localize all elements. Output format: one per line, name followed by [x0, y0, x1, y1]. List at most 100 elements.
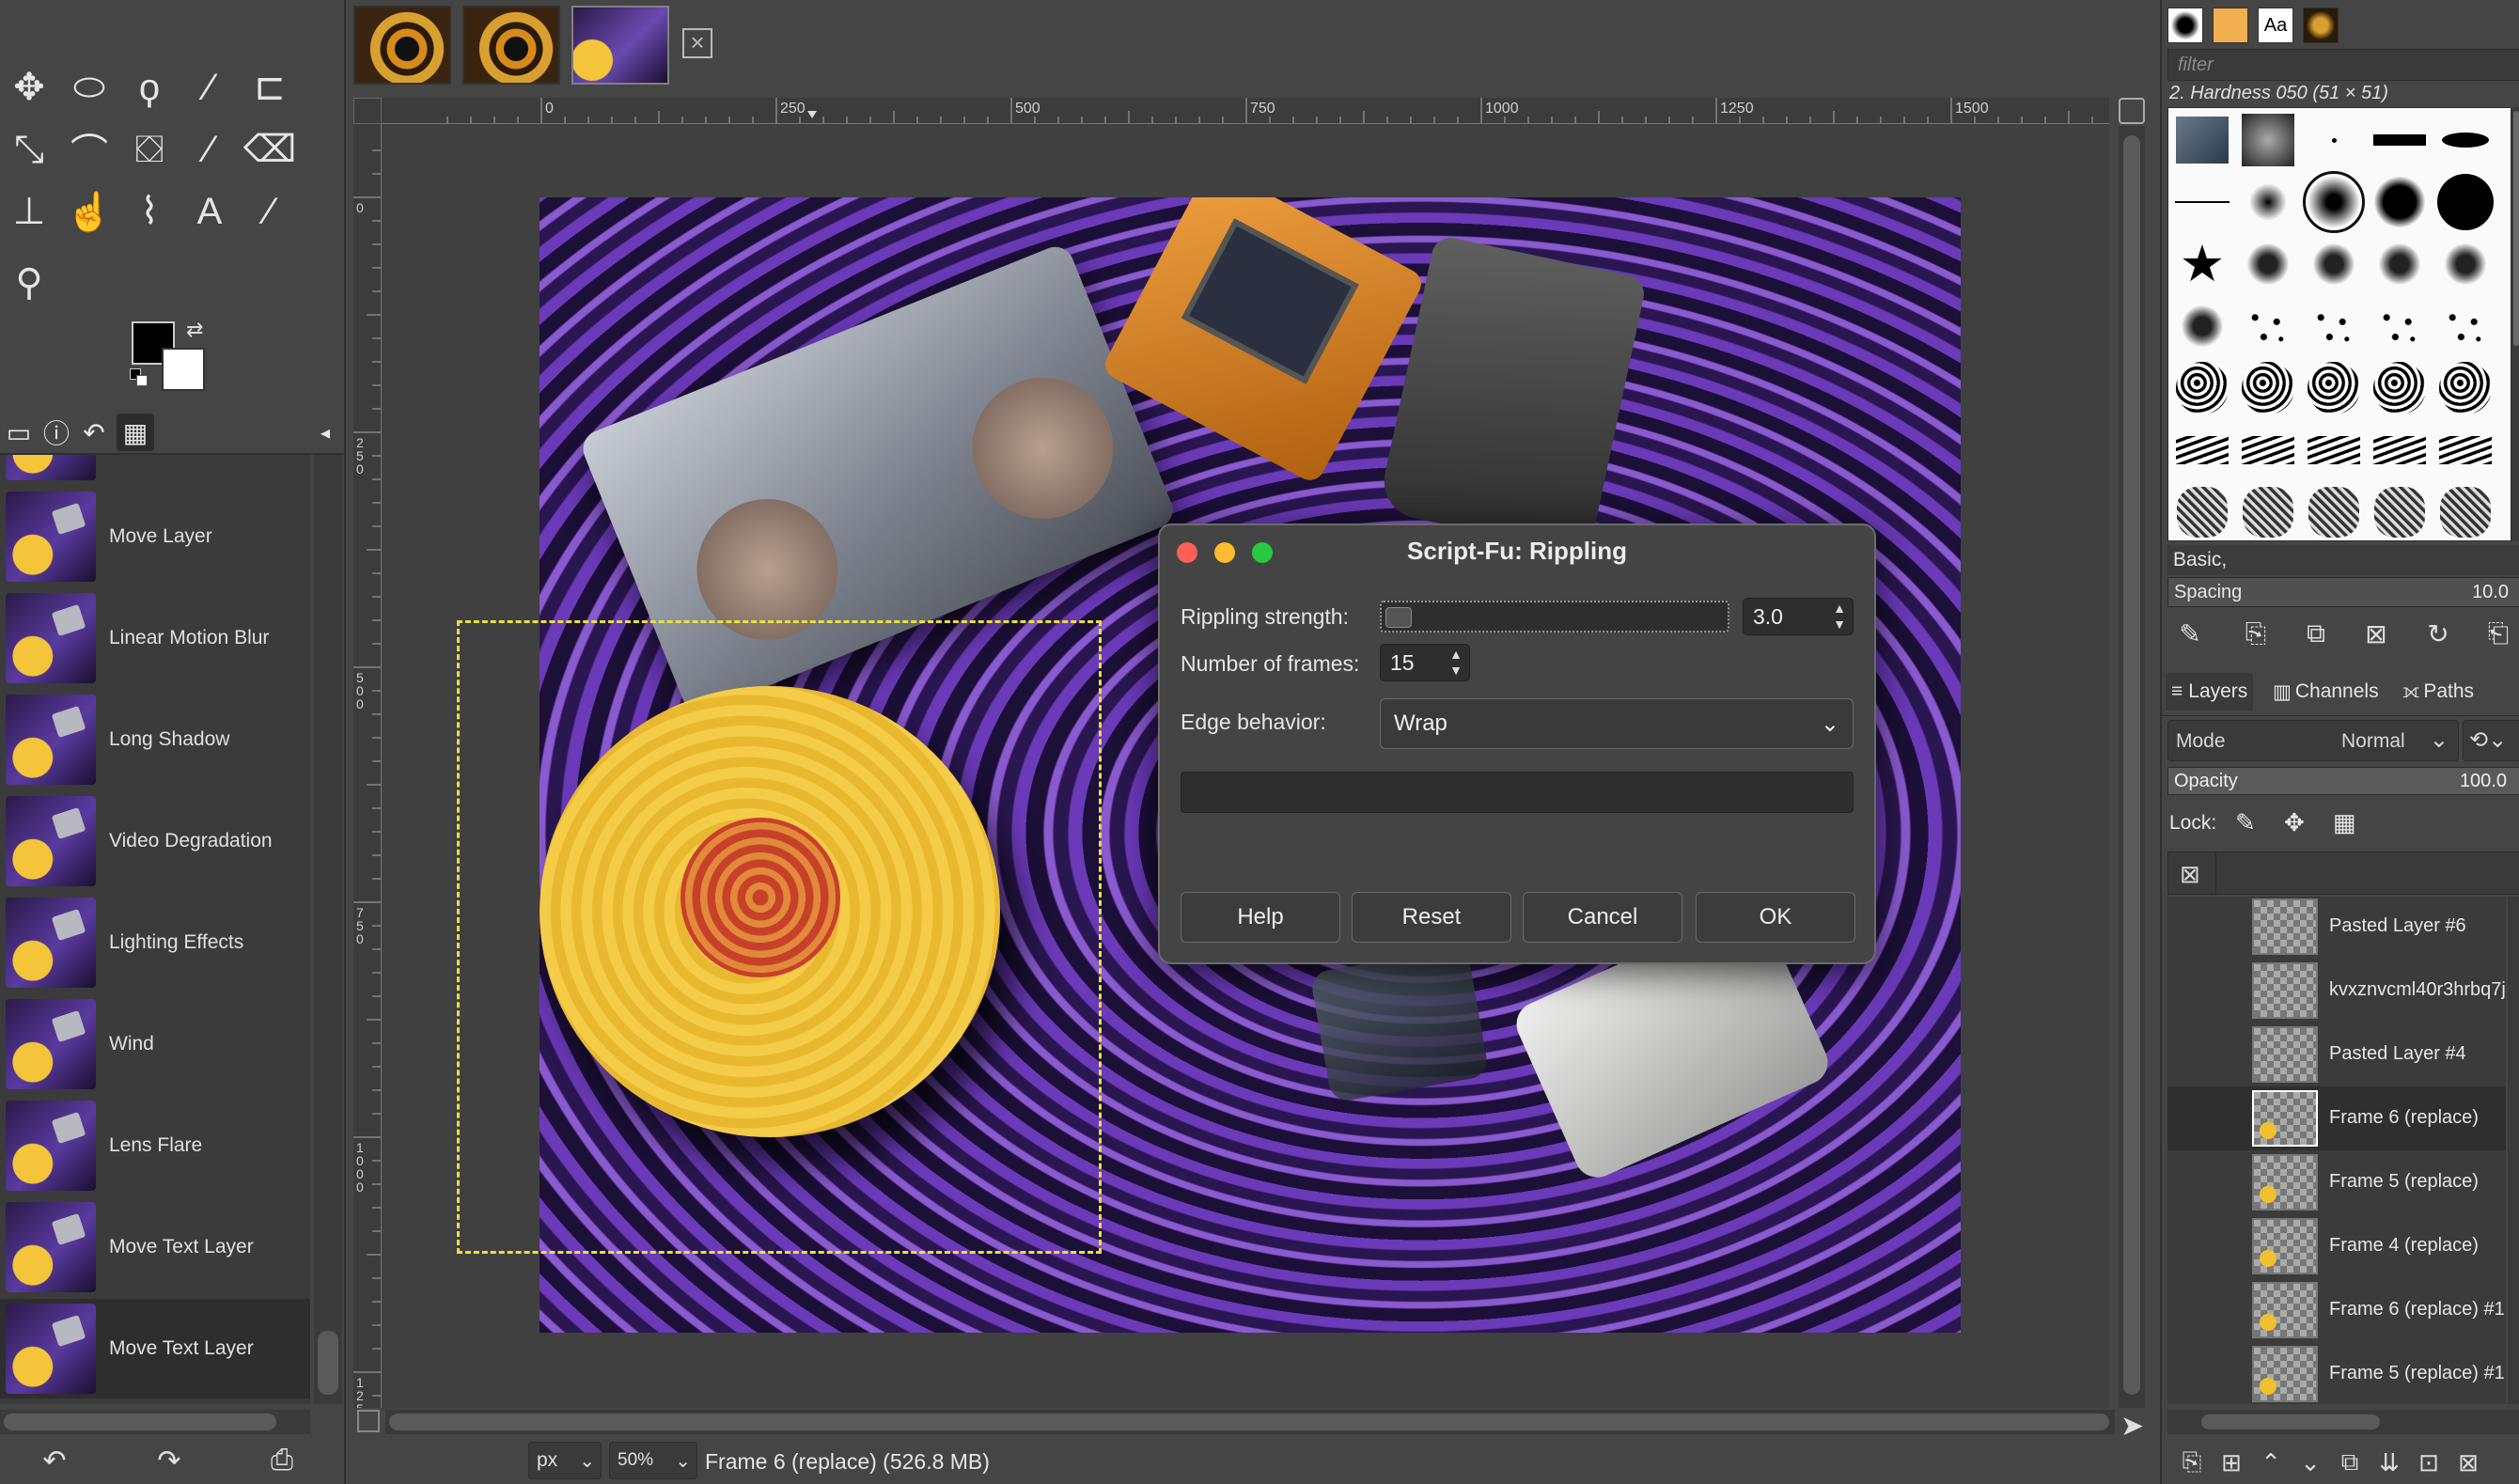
text-tool-icon[interactable]: A — [180, 182, 239, 241]
lock-alpha-icon[interactable]: ▦ — [2333, 808, 2356, 837]
brush-item[interactable] — [2304, 420, 2364, 480]
brush-item[interactable] — [2435, 172, 2496, 232]
brush-item[interactable] — [2172, 296, 2232, 356]
undo-history-tab-icon[interactable]: ↶ — [75, 414, 113, 451]
zoom-select[interactable]: 50% ⌄ — [609, 1442, 697, 1479]
brush-item[interactable] — [2304, 296, 2364, 356]
brush-item[interactable] — [2435, 420, 2496, 480]
raise-layer-icon[interactable]: ⌃ — [2254, 1445, 2288, 1479]
lower-layer-icon[interactable]: ⌄ — [2293, 1445, 2327, 1479]
default-colors-icon[interactable] — [130, 368, 150, 389]
clear-history-icon[interactable]: ⎙ — [261, 1442, 303, 1479]
rippling-strength-spinbox[interactable]: 3.0 ▲ ▼ — [1743, 598, 1854, 635]
delete-layer-icon[interactable]: ⊠ — [2451, 1445, 2485, 1479]
crop-tool-icon[interactable]: ⊏ — [241, 58, 299, 117]
new-layer-group-icon[interactable]: ⊞ — [2214, 1445, 2248, 1479]
horizontal-ruler[interactable]: 0 250 500 750 1000 1250 1500 — [382, 98, 2109, 124]
brush-item[interactable]: ★ — [2172, 234, 2232, 294]
undo-history-item[interactable]: Wind — [0, 994, 310, 1094]
brush-preset-select[interactable]: Basic, — [2167, 545, 2519, 575]
image-tab-2[interactable] — [462, 6, 560, 85]
quick-mask-toggle[interactable] — [357, 1410, 380, 1432]
navigate-icon[interactable]: ➤ — [2120, 1410, 2149, 1442]
undo-history-item[interactable]: Linear Motion Blur — [0, 588, 310, 688]
left-horizontal-scrollbar[interactable] — [0, 1410, 310, 1434]
undo-history-item[interactable]: Long Shadow — [0, 690, 310, 789]
brush-item[interactable] — [2303, 171, 2365, 233]
new-layer-icon[interactable]: ⎘ — [2175, 1445, 2209, 1479]
brush-item[interactable] — [2238, 234, 2298, 294]
dialog-titlebar[interactable]: Script-Fu: Rippling — [1160, 525, 1874, 578]
tab-paths[interactable]: ⟗ Paths — [2397, 673, 2480, 711]
undo-history-scrollbar[interactable] — [314, 455, 342, 1404]
brush-item[interactable] — [2238, 420, 2298, 480]
canvas-horizontal-scrollbar[interactable] — [385, 1410, 2115, 1434]
number-of-frames-spinbox[interactable]: 15 ▲ ▼ — [1380, 644, 1470, 681]
undo-history-item[interactable]: Lighting Effects — [0, 893, 310, 992]
brush-item[interactable] — [2172, 482, 2232, 540]
swap-colors-icon[interactable]: ⇄ — [186, 318, 203, 342]
undo-history-item[interactable] — [0, 455, 310, 485]
canvas-vertical-scrollbar[interactable] — [2119, 126, 2145, 1408]
brush-item[interactable] — [2172, 110, 2232, 170]
image-tab-3[interactable] — [571, 6, 669, 85]
dock-menu-icon[interactable]: ◂ — [306, 414, 344, 451]
device-status-tab-icon[interactable]: ⓘ — [38, 414, 75, 451]
reset-button[interactable]: Reset — [1352, 892, 1511, 943]
brush-item[interactable] — [2370, 172, 2430, 232]
close-tab-icon[interactable]: × — [682, 28, 712, 58]
delete-brush-icon[interactable]: ⊠ — [2357, 615, 2395, 652]
brush-item[interactable] — [2370, 358, 2430, 418]
brush-item[interactable] — [2304, 482, 2364, 540]
duplicate-brush-icon[interactable]: ⧉ — [2297, 615, 2335, 652]
ellipse-select-tool-icon[interactable]: ⬭ — [60, 58, 118, 117]
composite-mode-icon[interactable]: ⟲⌄ — [2463, 720, 2519, 761]
brush-item[interactable] — [2435, 234, 2496, 294]
brush-item[interactable] — [2370, 420, 2430, 480]
paintbrush-tool-icon[interactable]: ∕ — [180, 120, 239, 179]
selection-marquee[interactable] — [457, 620, 1102, 1254]
zoom-tool-icon[interactable]: ⚲ — [0, 254, 58, 312]
spin-arrows-icon[interactable]: ▲ ▼ — [1447, 647, 1465, 679]
zoom-to-fit-icon[interactable] — [2119, 98, 2145, 124]
redo-icon[interactable]: ↷ — [149, 1442, 190, 1479]
brush-item[interactable] — [2238, 296, 2298, 356]
undo-history-item[interactable]: Video Degradation — [0, 791, 310, 891]
undo-history-item[interactable]: Move Layer — [0, 487, 310, 586]
background-color-swatch[interactable] — [162, 348, 205, 391]
undo-history-item[interactable]: Move Text Layer — [0, 1197, 310, 1297]
unit-select[interactable]: px ⌄ — [528, 1442, 602, 1479]
add-mask-icon[interactable]: ⊡ — [2412, 1445, 2446, 1479]
layer-row[interactable]: Frame 4 (replace) — [2167, 1214, 2506, 1278]
undo-icon[interactable]: ↶ — [34, 1442, 75, 1479]
smudge-tool-icon[interactable]: ☝ — [60, 182, 118, 241]
brush-item[interactable] — [2304, 110, 2364, 170]
cancel-button[interactable]: Cancel — [1523, 892, 1682, 943]
open-brush-icon[interactable]: ⎗ — [2480, 615, 2517, 652]
spacing-slider[interactable]: Spacing 10.0 — [2167, 577, 2519, 607]
vertical-ruler[interactable]: 025050075010001250 — [353, 124, 382, 1408]
tool-options-tab-icon[interactable]: ▭ — [0, 414, 38, 451]
brushes-scrollbar[interactable] — [2511, 107, 2519, 541]
opacity-slider[interactable]: Opacity 100.0 — [2167, 767, 2519, 795]
free-select-tool-icon[interactable]: ϙ — [120, 58, 179, 117]
layer-row[interactable]: Frame 6 (replace) #1 — [2167, 1278, 2506, 1342]
brushes-grid[interactable]: ★ — [2167, 107, 2511, 541]
brush-item[interactable] — [2370, 482, 2430, 540]
fuzzy-select-tool-icon[interactable]: ⁄ — [180, 58, 239, 117]
layer-row[interactable]: Pasted Layer #4 — [2167, 1023, 2506, 1086]
brush-item[interactable] — [2370, 234, 2430, 294]
lock-position-icon[interactable]: ✥ — [2284, 808, 2305, 837]
lock-pixels-icon[interactable]: ✎ — [2235, 808, 2256, 837]
rippling-strength-slider[interactable] — [1380, 601, 1729, 633]
images-panel-tab-icon[interactable] — [2303, 8, 2339, 43]
brush-item[interactable] — [2370, 110, 2430, 170]
color-picker-tool-icon[interactable]: ⁄ — [241, 182, 299, 241]
merge-down-icon[interactable]: ⇊ — [2372, 1445, 2406, 1479]
clone-tool-icon[interactable]: ⊥ — [0, 182, 58, 241]
brush-filter-input[interactable]: filter — [2167, 49, 2519, 81]
layers-horizontal-scrollbar[interactable] — [2167, 1410, 2519, 1434]
brush-item[interactable] — [2172, 420, 2232, 480]
ruler-corner-menu-icon[interactable] — [353, 98, 382, 124]
eraser-tool-icon[interactable]: ⌫ — [241, 120, 299, 179]
